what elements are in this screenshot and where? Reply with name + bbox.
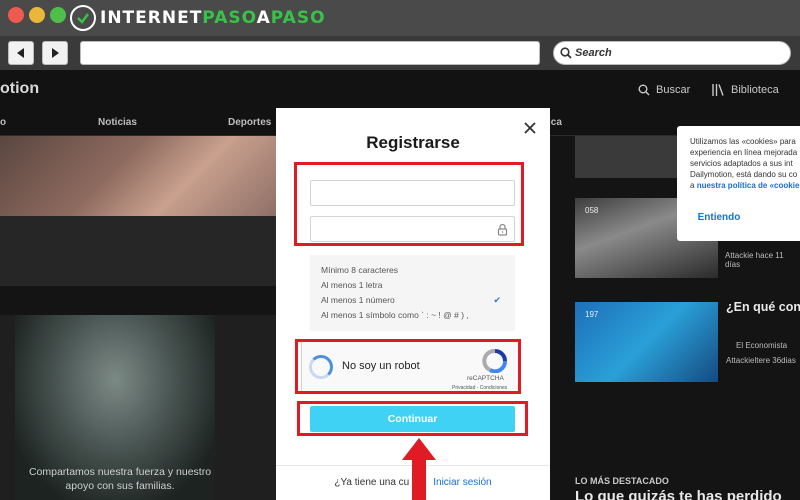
- login-link[interactable]: Iniciar sesión: [433, 477, 491, 488]
- video-badge: 197: [585, 310, 599, 319]
- cookie-text-line: experiencia en línea mejorada: [690, 148, 798, 157]
- rule-letter: Al menos 1 letra: [310, 278, 515, 293]
- pointer-arrow-icon: [402, 438, 436, 500]
- maximize-window-button[interactable]: [50, 7, 66, 23]
- cookie-banner: Utilizamos las «cookies» para experienci…: [677, 126, 800, 241]
- brand-a: A: [256, 8, 271, 28]
- password-rules: Mínimo 8 caracteres Al menos 1 letra Al …: [310, 255, 515, 331]
- back-button[interactable]: [8, 41, 34, 65]
- login-prompt-text: ¿Ya tiene una cu: [334, 477, 410, 488]
- browser-toolbar: Search: [0, 36, 800, 70]
- video-meta: Attackie hace 11 días: [725, 251, 784, 269]
- browser-search-field[interactable]: Search: [553, 41, 791, 65]
- rule-symbol: Al menos 1 símbolo como ` : ~ ! @ # ) ,: [310, 308, 515, 323]
- site-watermark-logo: INTERNETPASOAPASO: [70, 4, 326, 32]
- modal-title: Registrarse: [366, 133, 460, 152]
- site-header: otion Buscar Biblioteca: [0, 70, 800, 110]
- search-placeholder: Search: [575, 47, 612, 59]
- brand-prefix: INTERNET: [100, 8, 203, 28]
- brand-suffix: PASO: [270, 8, 326, 28]
- video-title[interactable]: ¿En qué consi Acuerdo Verde: [726, 300, 800, 315]
- arrow-left-icon: [17, 48, 24, 58]
- video-badge: 058: [585, 206, 599, 215]
- video-author[interactable]: El Economista: [736, 341, 787, 350]
- rule-text: Al menos 1 letra: [321, 280, 383, 290]
- arrow-right-icon: [52, 48, 59, 58]
- rule-number: Al menos 1 número ✔: [310, 293, 515, 308]
- forward-button[interactable]: [42, 41, 68, 65]
- video-thumbnail[interactable]: 197: [575, 302, 718, 382]
- browser-titlebar: INTERNETPASOAPASO: [0, 0, 800, 36]
- rule-text: Al menos 1 símbolo como ` : ~ ! @ # ) ,: [321, 310, 469, 320]
- nav-item-home[interactable]: o: [0, 117, 6, 128]
- address-bar[interactable]: [80, 41, 540, 65]
- minimize-window-button[interactable]: [29, 7, 45, 23]
- cookie-text-line: servicios adaptados a sus int: [690, 159, 793, 168]
- brand-badge-icon: [70, 5, 96, 31]
- nav-item-noticias[interactable]: Noticias: [98, 117, 137, 128]
- search-icon: [560, 47, 572, 59]
- brand-text: INTERNETPASOAPASO: [100, 8, 326, 28]
- nav-item-musica[interactable]: ica: [548, 117, 562, 128]
- second-video-card[interactable]: Compartamos nuestra fuerza y nuestro apo…: [0, 315, 277, 500]
- video-caption: Compartamos nuestra fuerza y nuestro apo…: [28, 466, 212, 492]
- close-window-button[interactable]: [8, 7, 24, 23]
- highlight-credentials: [294, 162, 524, 246]
- cookie-text-line: Dailymotion, está dando su co: [690, 170, 798, 179]
- cookie-policy-link[interactable]: nuestra política de «cookie: [697, 181, 800, 190]
- site-search-icon[interactable]: [638, 84, 650, 96]
- section-label: LO MÁS DESTACADO: [575, 476, 669, 486]
- cookie-link-prefix: a: [690, 181, 695, 190]
- highlight-continue: [297, 401, 528, 436]
- section-title: Lo que quizás te has perdido: [575, 488, 782, 500]
- rule-min-length: Mínimo 8 caracteres: [310, 263, 515, 278]
- nav-item-deportes[interactable]: Deportes: [228, 117, 271, 128]
- library-link[interactable]: Biblioteca: [731, 84, 779, 96]
- brand-highlight: PASO: [202, 8, 257, 28]
- close-icon[interactable]: [523, 121, 537, 135]
- highlight-captcha: [295, 339, 521, 394]
- video-meta: Attackieltere 36dias: [726, 356, 796, 365]
- rule-text: Al menos 1 número: [321, 295, 395, 305]
- rule-text: Mínimo 8 caracteres: [321, 265, 398, 275]
- site-search-link[interactable]: Buscar: [656, 84, 690, 96]
- cookie-text-line: Utilizamos las «cookies» para: [690, 137, 796, 146]
- cookie-accept-button[interactable]: Entiendo: [689, 206, 749, 228]
- hero-band: [0, 216, 277, 286]
- site-logo[interactable]: otion: [0, 80, 39, 98]
- check-icon: ✔: [493, 295, 501, 305]
- library-icon: [712, 84, 724, 96]
